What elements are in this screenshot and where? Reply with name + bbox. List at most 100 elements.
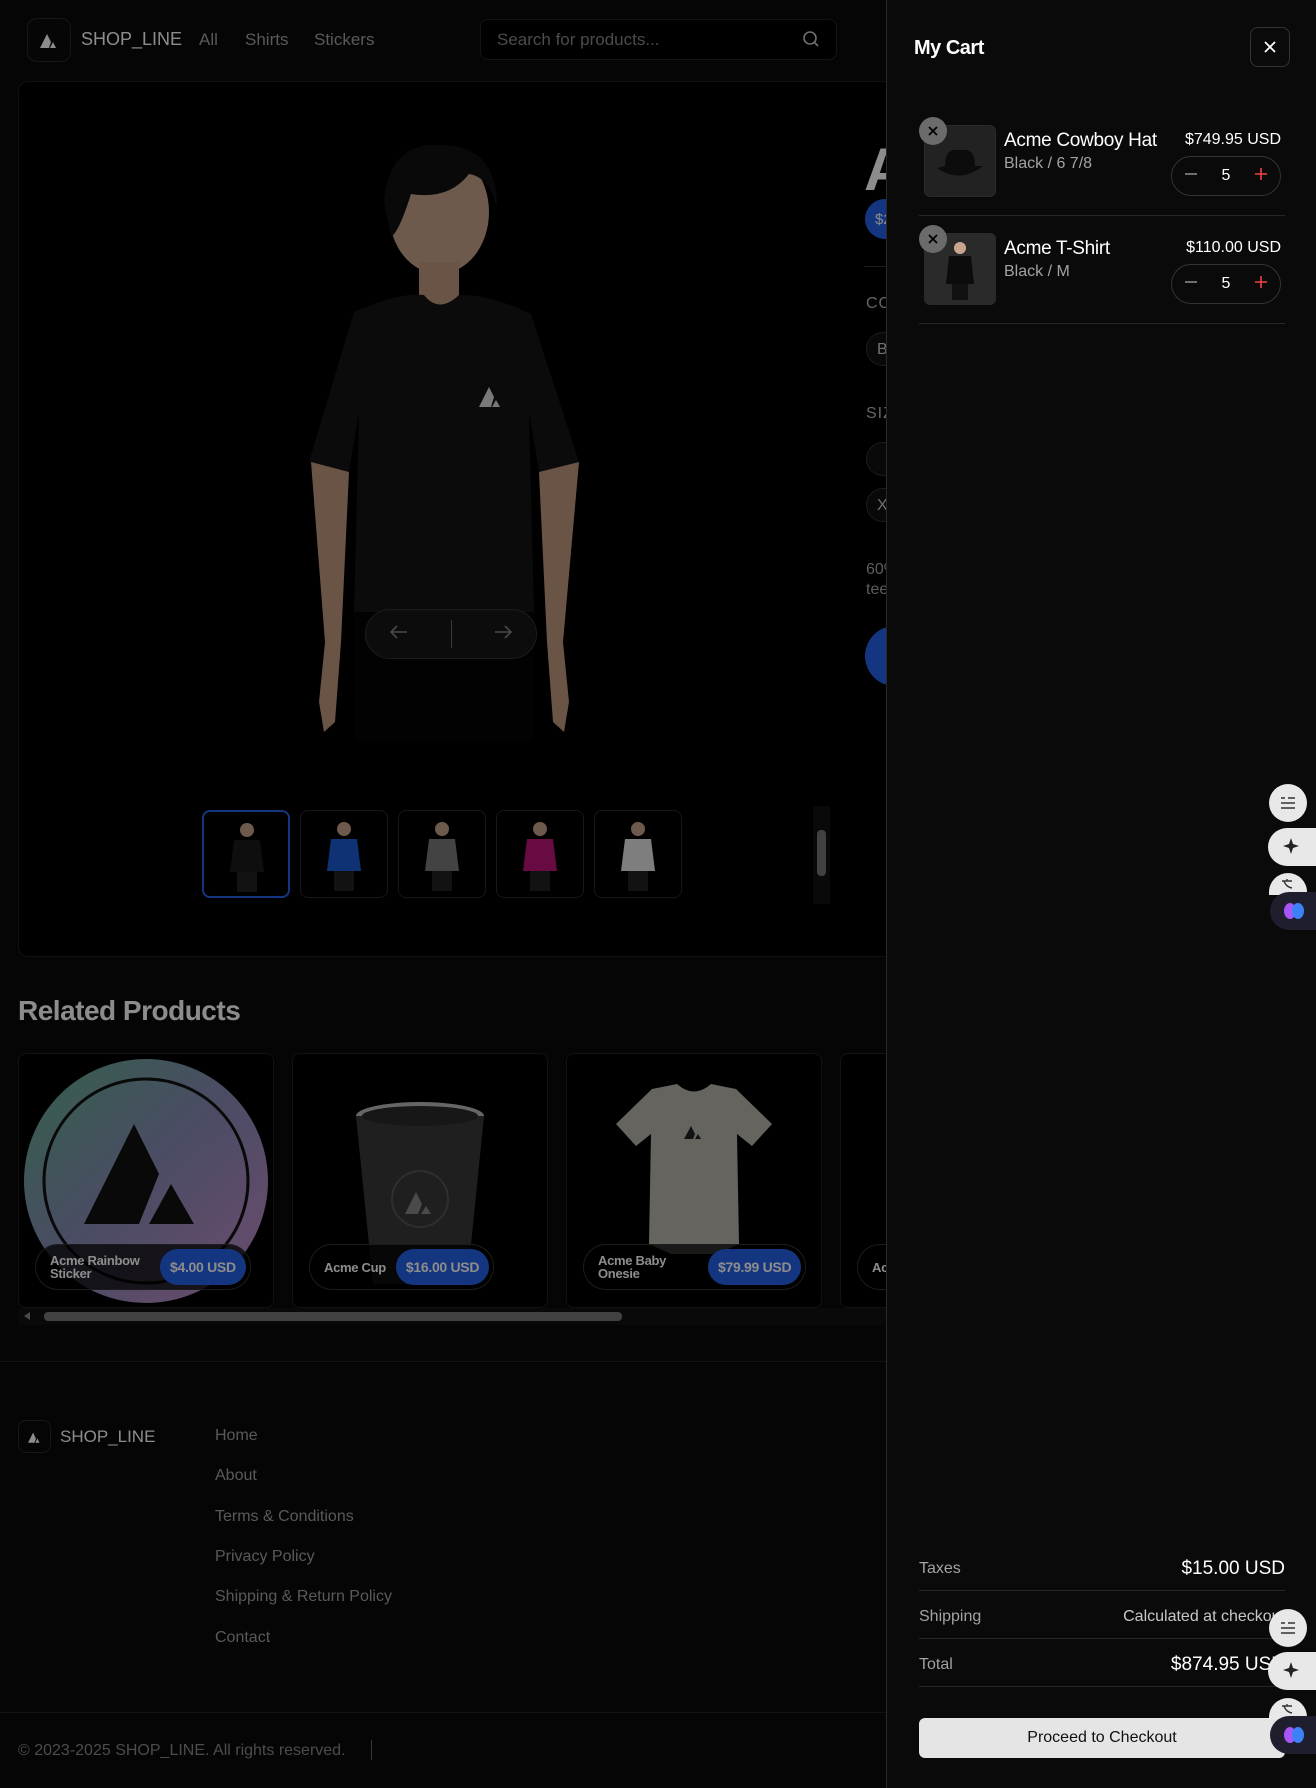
product-gallery: A $2 CO B SIZ X 60%tee bbox=[18, 81, 918, 957]
product-name: Acme Rainbow Sticker bbox=[50, 1253, 140, 1281]
related-card[interactable]: Acme Cup $16.00 USD bbox=[292, 1053, 548, 1308]
taxes-label: Taxes bbox=[919, 1560, 961, 1577]
summary-taxes: Taxes $15.00 USD bbox=[919, 1543, 1285, 1591]
scroll-left-icon[interactable] bbox=[24, 1312, 30, 1320]
product-price: $79.99 USD bbox=[708, 1249, 802, 1285]
nav-shirts[interactable]: Shirts bbox=[245, 30, 288, 50]
copyright: © 2023-2025 SHOP_LINE. All rights reserv… bbox=[18, 1742, 346, 1759]
footer-divider bbox=[0, 1712, 887, 1713]
thumbnail-scrollbar[interactable] bbox=[813, 806, 830, 904]
close-cart-button[interactable] bbox=[1250, 27, 1290, 67]
search-box bbox=[480, 19, 837, 60]
ai-widget-button[interactable] bbox=[1268, 828, 1316, 866]
scrollbar-thumb[interactable] bbox=[44, 1312, 622, 1321]
quantity-value: 5 bbox=[1221, 167, 1231, 184]
scrollbar-thumb[interactable] bbox=[817, 830, 826, 876]
sparkle-icon bbox=[1283, 1662, 1299, 1678]
cart-item: Acme Cowboy Hat Black / 6 7/8 $749.95 US… bbox=[919, 108, 1285, 216]
cart-item-price: $749.95 USD bbox=[1184, 131, 1281, 148]
nav-all[interactable]: All bbox=[199, 30, 218, 50]
related-products: Acme Rainbow Sticker $4.00 USD Acme Cup $1… bbox=[18, 1053, 888, 1308]
product-name: Acme Baby Onesie bbox=[598, 1253, 667, 1281]
product-label: Acme Baby Onesie $79.99 USD bbox=[583, 1244, 807, 1290]
product-label: Ac Dr bbox=[857, 1244, 888, 1290]
translate-icon bbox=[1282, 1704, 1293, 1714]
thumbnail-strip bbox=[202, 810, 682, 898]
close-icon bbox=[928, 234, 938, 244]
logo-icon bbox=[28, 1432, 40, 1443]
arrow-left-icon[interactable] bbox=[389, 624, 408, 644]
plus-icon[interactable] bbox=[1254, 167, 1268, 186]
quote-icon bbox=[1281, 797, 1295, 809]
brand-name[interactable]: SHOP_LINE bbox=[81, 29, 182, 50]
thumbnail-pink[interactable] bbox=[496, 810, 584, 898]
taxes-value: $15.00 USD bbox=[1181, 1558, 1285, 1579]
footer-divider bbox=[0, 1361, 887, 1362]
plus-icon[interactable] bbox=[1254, 275, 1268, 294]
footer-link-contact[interactable]: Contact bbox=[215, 1629, 270, 1647]
thumbnail-gray[interactable] bbox=[398, 810, 486, 898]
footer-link-home[interactable]: Home bbox=[215, 1427, 258, 1445]
product-name: Acme Cup bbox=[324, 1259, 386, 1275]
carousel-divider bbox=[450, 620, 452, 648]
minus-icon[interactable] bbox=[1184, 275, 1198, 294]
search-icon[interactable] bbox=[802, 30, 820, 53]
carousel-controls bbox=[365, 609, 537, 659]
checkout-button[interactable]: Proceed to Checkout bbox=[919, 1718, 1285, 1758]
product-image bbox=[309, 144, 579, 742]
cart-item-variant: Black / M bbox=[1004, 263, 1070, 280]
quantity-value: 5 bbox=[1221, 275, 1231, 292]
nav-stickers[interactable]: Stickers bbox=[314, 30, 374, 50]
footer-link-about[interactable]: About bbox=[215, 1467, 257, 1485]
ai-widget-button[interactable] bbox=[1268, 1652, 1316, 1690]
related-card[interactable]: Acme Rainbow Sticker $4.00 USD bbox=[18, 1053, 274, 1308]
footer-brand[interactable]: SHOP_LINE bbox=[60, 1427, 155, 1447]
search-input[interactable] bbox=[497, 29, 787, 51]
desc-line-2: tee bbox=[866, 581, 889, 598]
product-price: $16.00 USD bbox=[395, 1249, 490, 1285]
footer-link-terms[interactable]: Terms & Conditions bbox=[215, 1508, 354, 1526]
translate-icon bbox=[1282, 879, 1293, 889]
site-header: SHOP_LINE All Shirts Stickers bbox=[0, 0, 887, 78]
summary-total: Total $874.95 USD bbox=[919, 1639, 1285, 1687]
brain-widget-button[interactable] bbox=[1270, 892, 1316, 930]
quote-widget-button[interactable] bbox=[1269, 1609, 1307, 1647]
thumbnail-black[interactable] bbox=[202, 810, 290, 898]
total-label: Total bbox=[919, 1656, 953, 1673]
cart-item-price: $110.00 USD bbox=[1186, 239, 1281, 256]
related-scrollbar[interactable] bbox=[18, 1308, 888, 1325]
cart-item-name[interactable]: Acme Cowboy Hat bbox=[1004, 130, 1157, 152]
arrow-right-icon[interactable] bbox=[494, 624, 513, 644]
minus-icon[interactable] bbox=[1184, 167, 1198, 186]
quote-icon bbox=[1281, 1622, 1295, 1634]
product-price: $4.00 USD bbox=[160, 1249, 246, 1285]
cart-item-name[interactable]: Acme T-Shirt bbox=[1004, 238, 1110, 260]
footer-link-shipping[interactable]: Shipping & Return Policy bbox=[215, 1588, 392, 1606]
brain-icon bbox=[1284, 903, 1304, 919]
logo-button[interactable] bbox=[27, 18, 71, 62]
shipping-value: Calculated at checkout bbox=[1123, 1608, 1285, 1625]
cart-item: Acme T-Shirt Black / M $110.00 USD 5 bbox=[919, 216, 1285, 324]
page: SHOP_LINE All Shirts Stickers Search for… bbox=[0, 0, 1316, 1788]
remove-item-button[interactable] bbox=[919, 117, 947, 145]
thumbnail-white[interactable] bbox=[594, 810, 682, 898]
close-icon bbox=[928, 126, 938, 136]
logo-icon bbox=[40, 34, 56, 48]
quantity-stepper: 5 bbox=[1171, 156, 1281, 196]
footer-logo[interactable] bbox=[18, 1420, 51, 1453]
brain-icon bbox=[1284, 1727, 1304, 1743]
related-title: Related Products bbox=[18, 995, 241, 1026]
quantity-stepper: 5 bbox=[1171, 264, 1281, 304]
related-card[interactable]: Ac Dr bbox=[840, 1053, 888, 1308]
product-label: Acme Rainbow Sticker $4.00 USD bbox=[35, 1244, 251, 1290]
quote-widget-button[interactable] bbox=[1269, 784, 1307, 822]
brain-widget-button[interactable] bbox=[1270, 1716, 1316, 1754]
thumbnail-blue[interactable] bbox=[300, 810, 388, 898]
sparkle-icon bbox=[1283, 838, 1299, 854]
summary-shipping: Shipping Calculated at checkout bbox=[919, 1591, 1285, 1639]
footer-link-privacy[interactable]: Privacy Policy bbox=[215, 1548, 315, 1566]
remove-item-button[interactable] bbox=[919, 225, 947, 253]
related-card[interactable]: Acme Baby Onesie $79.99 USD bbox=[566, 1053, 822, 1308]
close-icon bbox=[1264, 41, 1276, 53]
cart-item-variant: Black / 6 7/8 bbox=[1004, 155, 1093, 172]
